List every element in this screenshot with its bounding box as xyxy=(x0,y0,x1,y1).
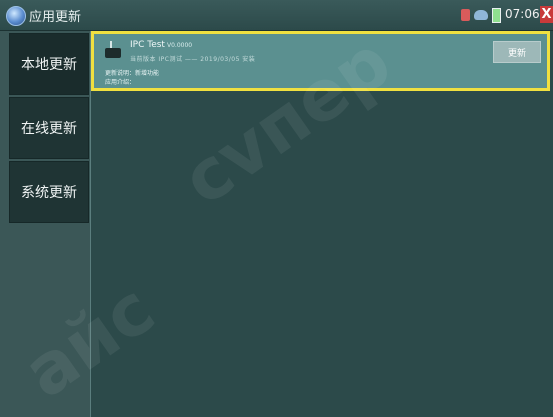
app-subinfo: 当前版本 IPC测试 —— 2019/03/05 安装 xyxy=(130,56,256,63)
close-icon[interactable]: X xyxy=(540,6,553,23)
update-button[interactable]: 更新 xyxy=(493,41,541,63)
camera-icon xyxy=(105,41,121,58)
sidebar: 本地更新 在线更新 系统更新 xyxy=(0,31,91,417)
usb-icon xyxy=(461,9,470,21)
sidebar-item-online-update[interactable]: 在线更新 xyxy=(9,97,89,159)
app-name: IPC Test xyxy=(130,40,165,50)
app-description: 应用介绍： xyxy=(105,79,136,86)
network-icon xyxy=(474,10,488,20)
window-title: 应用更新 xyxy=(29,10,82,25)
list-item[interactable]: IPC Test V0.0000 当前版本 IPC测试 —— 2019/03/0… xyxy=(91,31,550,91)
sidebar-item-system-update[interactable]: 系统更新 xyxy=(9,161,89,223)
sidebar-item-label: 系统更新 xyxy=(21,185,77,201)
battery-icon xyxy=(492,8,501,23)
update-list-panel: IPC Test V0.0000 当前版本 IPC测试 —— 2019/03/0… xyxy=(91,31,553,417)
app-version: V0.0000 xyxy=(167,42,193,49)
sidebar-item-label: 本地更新 xyxy=(21,57,77,73)
clock: 07:06 xyxy=(505,7,540,21)
sidebar-item-label: 在线更新 xyxy=(21,121,77,137)
update-notes: 更新说明：新增功能 xyxy=(105,70,160,77)
title-bar: 应用更新 07:06 X xyxy=(0,0,553,31)
app-update-icon xyxy=(6,6,26,26)
sidebar-item-local-update[interactable]: 本地更新 xyxy=(9,33,89,95)
